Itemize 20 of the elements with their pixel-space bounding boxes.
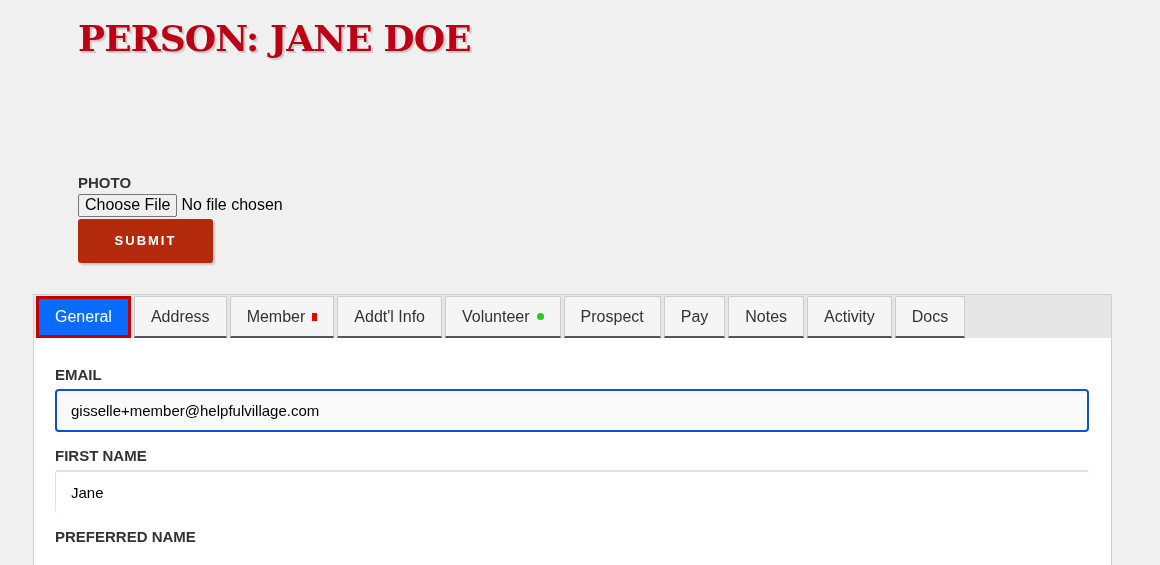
text-field[interactable]: gisselle+member@helpfulvillage.com [55, 389, 1089, 432]
tab[interactable]: Addt'l Info [337, 296, 442, 338]
file-status: No file chosen [181, 195, 283, 215]
field-label: FIRST NAME [55, 447, 147, 465]
tab[interactable]: Address [133, 296, 227, 338]
photo-label: PHOTO [78, 174, 132, 192]
tab[interactable]: General [36, 296, 131, 338]
choose-file-button[interactable]: Choose File [78, 193, 178, 217]
tab[interactable]: Member [229, 296, 335, 338]
tab[interactable]: Volunteer [444, 296, 561, 338]
tab[interactable]: Activity [807, 296, 892, 338]
page-title: PERSON: JANE DOE [78, 16, 471, 60]
tab[interactable]: Notes [728, 296, 805, 338]
tab[interactable]: Docs [894, 296, 966, 338]
text-field[interactable]: Jane [55, 470, 1089, 513]
submit-button[interactable]: SUBMIT [78, 219, 213, 263]
field-label: EMAIL [55, 366, 102, 384]
tab[interactable]: Pay [663, 296, 726, 338]
field-label: PREFERRED NAME [55, 528, 196, 546]
tab[interactable]: Prospect [563, 296, 661, 338]
